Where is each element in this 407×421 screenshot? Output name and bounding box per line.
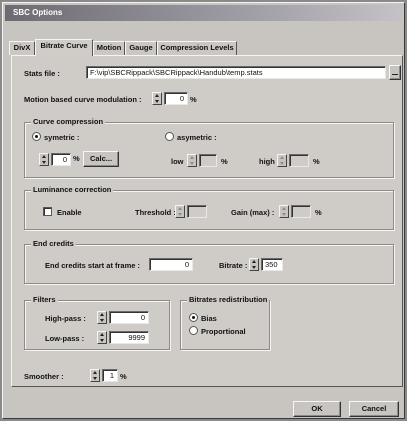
low-input[interactable] (199, 154, 217, 167)
symetric-label: symetric : (44, 133, 80, 142)
gain-label: Gain (max) : (231, 208, 275, 217)
browse-icon (392, 74, 398, 75)
high-label: high (259, 157, 275, 166)
end-credits-title: End credits (31, 239, 76, 248)
curve-compression-title: Curve compression (31, 117, 106, 126)
redistribution-title: Bitrates redistribution (187, 295, 270, 304)
window-title: SBC Options (5, 5, 402, 21)
end-credits-group: End credits End credits start at frame :… (24, 239, 394, 284)
bias-label: Bias (201, 314, 217, 323)
high-input[interactable] (289, 154, 309, 167)
low-unit: % (221, 157, 228, 166)
luminance-correction-group: Luminance correction Enable Threshold : … (24, 185, 394, 230)
bitrate-input[interactable]: 350 (261, 258, 283, 271)
bitrate-spinner[interactable] (249, 258, 259, 271)
proportional-radio[interactable] (189, 326, 198, 335)
highpass-spinner[interactable] (97, 311, 107, 324)
tab-motion[interactable]: Motion (93, 41, 125, 55)
low-label: low (171, 157, 184, 166)
symetric-spinner[interactable] (39, 153, 49, 166)
symetric-radio[interactable] (32, 132, 41, 141)
smoother-spinner[interactable] (90, 369, 100, 382)
enable-checkbox[interactable] (43, 207, 52, 216)
motion-label: Motion based curve modulation : (24, 95, 142, 104)
threshold-label: Threshold : (135, 208, 176, 217)
high-spinner[interactable] (277, 154, 287, 167)
high-unit: % (313, 157, 320, 166)
low-spinner[interactable] (187, 154, 197, 167)
motion-input[interactable]: 0 (164, 92, 188, 105)
end-credits-start-input[interactable]: 0 (149, 258, 193, 271)
tab-divx[interactable]: DivX (9, 41, 35, 55)
bias-radio[interactable] (189, 313, 198, 322)
cancel-button[interactable]: Cancel (349, 401, 399, 417)
asymetric-radio[interactable] (165, 132, 174, 141)
asymetric-label: asymetric : (177, 133, 217, 142)
motion-unit: % (190, 95, 197, 104)
gain-unit: % (315, 208, 322, 217)
luminance-title: Luminance correction (31, 185, 114, 194)
enable-label: Enable (57, 208, 82, 217)
highpass-input[interactable]: 0 (109, 311, 149, 324)
bitrate-label: Bitrate : (219, 261, 248, 270)
filters-group: Filters High-pass : 0 Low-pass : 9999 (24, 295, 170, 350)
tab-gauge[interactable]: Gauge (125, 41, 157, 55)
symetric-unit: % (73, 154, 80, 163)
gain-spinner[interactable] (279, 205, 289, 218)
lowpass-label: Low-pass : (45, 334, 85, 343)
stats-file-input[interactable]: F:\vip\SBCRippack\SBCRippack\Handub\temp… (86, 66, 386, 79)
curve-compression-group: Curve compression symetric : 0 % Calc...… (24, 117, 394, 178)
threshold-input[interactable] (187, 205, 207, 218)
end-credits-start-label: End credits start at frame : (45, 261, 141, 270)
symetric-input[interactable]: 0 (51, 153, 71, 166)
smoother-unit: % (120, 372, 127, 381)
gain-input[interactable] (291, 205, 311, 218)
tab-compression-levels[interactable]: Compression Levels (157, 41, 237, 55)
filters-title: Filters (31, 295, 58, 304)
redistribution-group: Bitrates redistribution Bias Proportiona… (180, 295, 270, 350)
highpass-label: High-pass : (45, 314, 86, 323)
calc-button[interactable]: Calc... (83, 151, 119, 167)
sbc-options-window: SBC Options DivX Bitrate Curve Motion Ga… (2, 2, 405, 419)
ok-button[interactable]: OK (293, 401, 341, 417)
smoother-input[interactable]: 1 (102, 369, 118, 382)
proportional-label: Proportional (201, 327, 246, 336)
bitrate-curve-panel: Stats file : F:\vip\SBCRippack\SBCRippac… (11, 55, 403, 387)
browse-stats-button[interactable] (389, 65, 401, 80)
motion-spinner[interactable] (152, 92, 162, 105)
lowpass-spinner[interactable] (97, 331, 107, 344)
lowpass-input[interactable]: 9999 (109, 331, 149, 344)
threshold-spinner[interactable] (175, 205, 185, 218)
smoother-label: Smoother : (24, 372, 64, 381)
stats-file-label: Stats file : (24, 69, 60, 78)
tab-bitrate-curve[interactable]: Bitrate Curve (35, 39, 93, 56)
